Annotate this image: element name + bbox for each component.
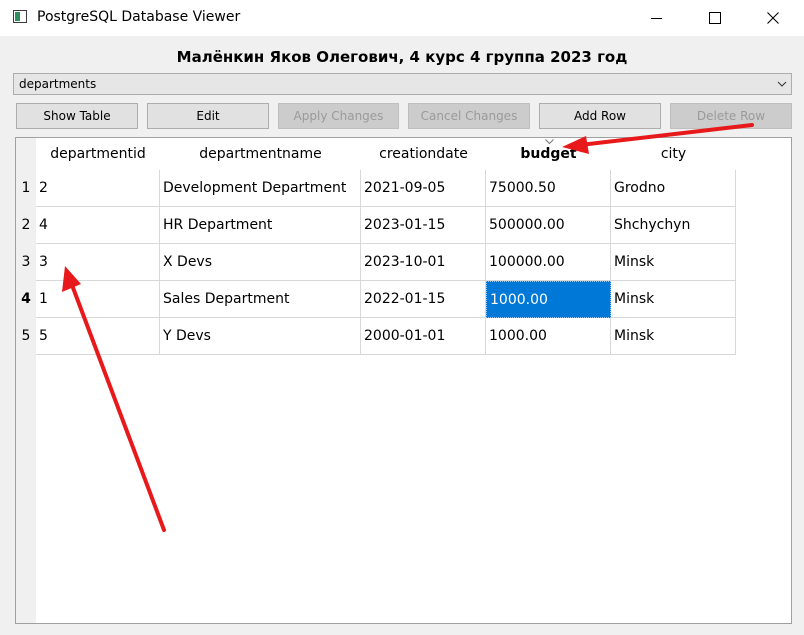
column-header-budget-label: budget (520, 146, 577, 162)
close-button[interactable] (744, 0, 802, 36)
window-title: PostgreSQL Database Viewer (37, 9, 241, 25)
close-icon (767, 12, 779, 24)
table-cell[interactable]: 2023-01-15 (361, 207, 486, 244)
table-cell[interactable]: HR Department (160, 207, 361, 244)
table-cell[interactable]: 2021-09-05 (361, 170, 486, 207)
table-cell[interactable]: Development Department (160, 170, 361, 207)
row-header[interactable]: 3 (16, 244, 36, 281)
table-cell[interactable]: Minsk (611, 318, 736, 355)
table-cell[interactable]: 1 (36, 281, 160, 318)
table-cell[interactable]: 2022-01-15 (361, 281, 486, 318)
minimize-icon (651, 18, 662, 19)
table-select[interactable]: departments (13, 73, 792, 95)
title-bar: PostgreSQL Database Viewer (0, 0, 804, 36)
table-cell[interactable]: 4 (36, 207, 160, 244)
minimize-button[interactable] (628, 0, 686, 36)
table-cell[interactable]: Minsk (611, 244, 736, 281)
table-cell[interactable]: Sales Department (160, 281, 361, 318)
table-select-value: departments (19, 77, 97, 91)
row-header[interactable]: 5 (16, 318, 36, 355)
column-header-city[interactable]: city (611, 138, 736, 170)
table-cell[interactable]: 2023-10-01 (361, 244, 486, 281)
apply-changes-button[interactable]: Apply Changes (278, 103, 399, 129)
add-row-button[interactable]: Add Row (539, 103, 661, 129)
delete-row-button[interactable]: Delete Row (670, 103, 792, 129)
data-table[interactable]: departmentid departmentname creationdate… (15, 137, 792, 624)
table-cell[interactable]: 100000.00 (486, 244, 611, 281)
edit-button[interactable]: Edit (147, 103, 269, 129)
table-cell[interactable]: 500000.00 (486, 207, 611, 244)
table-cell-selected[interactable]: 1000.00 (486, 281, 611, 318)
sort-indicator-icon (544, 139, 554, 145)
column-header-creationdate[interactable]: creationdate (361, 138, 486, 170)
maximize-button[interactable] (686, 0, 744, 36)
app-window: PostgreSQL Database Viewer Малёнкин Яков… (0, 0, 804, 635)
maximize-icon (709, 12, 721, 24)
table-cell[interactable]: Y Devs (160, 318, 361, 355)
table-cell[interactable]: Grodno (611, 170, 736, 207)
column-header-budget[interactable]: budget (486, 138, 611, 170)
table-cell[interactable]: 2000-01-01 (361, 318, 486, 355)
row-header[interactable]: 2 (16, 207, 36, 244)
table-cell[interactable]: 1000.00 (486, 318, 611, 355)
chevron-down-icon (777, 81, 787, 87)
table-cell[interactable]: 75000.50 (486, 170, 611, 207)
show-table-button[interactable]: Show Table (16, 103, 138, 129)
column-header-departmentname[interactable]: departmentname (160, 138, 361, 170)
cancel-changes-button[interactable]: Cancel Changes (408, 103, 530, 129)
column-header-departmentid[interactable]: departmentid (36, 138, 160, 170)
table-cell[interactable]: Minsk (611, 281, 736, 318)
table-cell[interactable]: 3 (36, 244, 160, 281)
app-icon (13, 10, 27, 23)
row-header[interactable]: 1 (16, 170, 36, 207)
row-header-current[interactable]: 4 (16, 281, 36, 318)
table-cell[interactable]: 2 (36, 170, 160, 207)
table-cell[interactable]: X Devs (160, 244, 361, 281)
page-heading: Малёнкин Яков Олегович, 4 курс 4 группа … (176, 48, 628, 66)
table-cell[interactable]: 5 (36, 318, 160, 355)
table-cell[interactable]: Shchychyn (611, 207, 736, 244)
